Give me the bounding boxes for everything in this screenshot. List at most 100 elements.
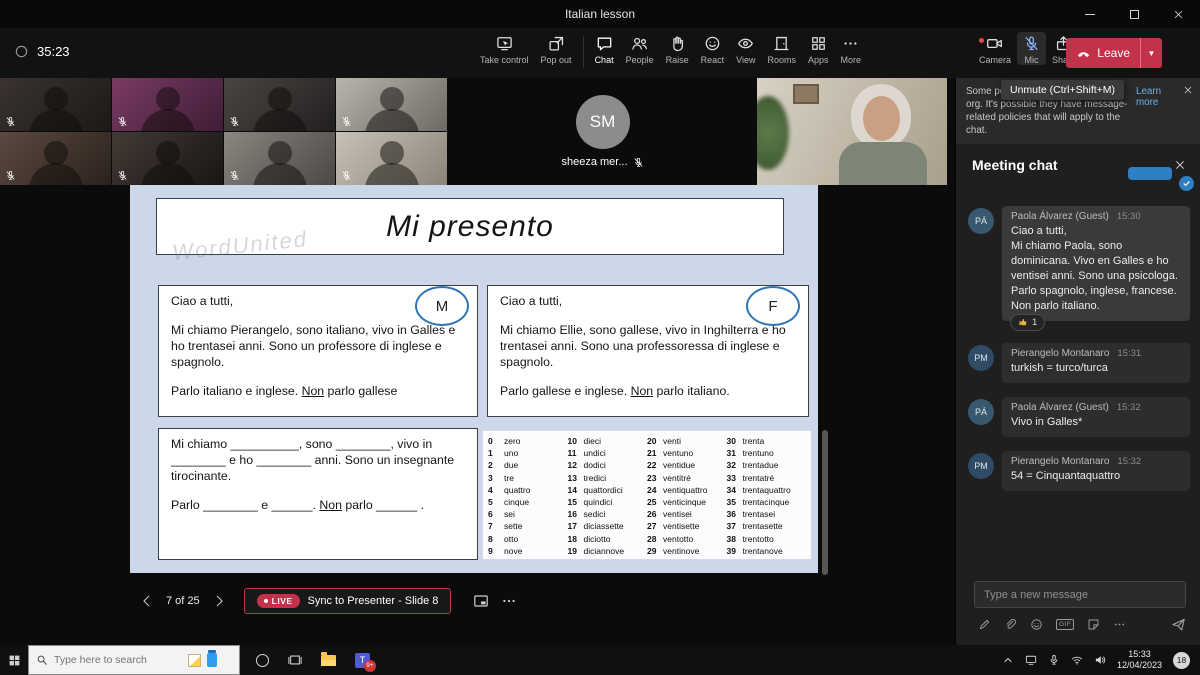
chat-message[interactable]: PM Pierangelo Montanaro 15:31 turkish = … bbox=[968, 342, 1190, 383]
apps-button[interactable]: Apps bbox=[802, 32, 835, 65]
picture-frame-decoration bbox=[793, 84, 819, 104]
read-receipt-icon bbox=[1179, 176, 1194, 191]
tray-wifi-icon[interactable] bbox=[1071, 654, 1083, 666]
compose-toolbar: GIF bbox=[978, 618, 1126, 631]
teams-app-icon[interactable]: T 9+ bbox=[355, 652, 376, 672]
number-entry: 6 sei bbox=[488, 509, 515, 520]
message-actions-indicator[interactable] bbox=[1128, 167, 1172, 180]
view-button[interactable]: View bbox=[730, 32, 761, 65]
participant-video-tile[interactable] bbox=[112, 132, 223, 185]
emoji-icon[interactable] bbox=[1030, 618, 1043, 631]
number-entry: 21 ventuno bbox=[647, 448, 694, 459]
chat-button[interactable]: Chat bbox=[589, 32, 620, 65]
attach-icon[interactable] bbox=[1004, 618, 1017, 631]
number-entry: 8 otto bbox=[488, 533, 519, 544]
people-icon bbox=[631, 35, 648, 52]
mic-button[interactable]: Mic bbox=[1016, 32, 1046, 65]
slide-paragraph: Mi chiamo __________, sono ________, viv… bbox=[171, 437, 455, 483]
number-entry: 27 ventisette bbox=[647, 521, 700, 532]
chat-message[interactable]: PÁ Paola Álvarez (Guest) 15:30 Ciao a tu… bbox=[968, 206, 1190, 331]
spotlight-participant[interactable]: SM sheeza mer... bbox=[455, 78, 750, 185]
slide-title: Mi presento bbox=[386, 209, 554, 243]
maximize-button[interactable] bbox=[1112, 0, 1156, 28]
teacher-video-tile[interactable] bbox=[757, 78, 947, 185]
record-indicator-icon bbox=[14, 44, 29, 59]
thumbs-up-reaction[interactable]: 1 bbox=[1010, 313, 1046, 331]
previous-slide-button[interactable] bbox=[140, 594, 154, 608]
number-entry: 34 trentaquattro bbox=[726, 484, 791, 495]
slide-scrollbar[interactable] bbox=[822, 430, 828, 575]
number-entry: 3 tre bbox=[488, 472, 514, 483]
participant-video-tile[interactable] bbox=[336, 132, 447, 185]
person-face bbox=[863, 96, 900, 141]
tray-volume-icon[interactable] bbox=[1094, 654, 1106, 666]
gender-badge-f: F bbox=[746, 286, 800, 326]
format-icon[interactable] bbox=[978, 618, 991, 631]
participant-video-tile[interactable] bbox=[336, 78, 447, 131]
notification-center-badge[interactable]: 18 bbox=[1173, 651, 1190, 669]
participant-video-tile[interactable] bbox=[224, 78, 335, 131]
taskbar-clock[interactable]: 15:33 12/04/2023 bbox=[1117, 649, 1162, 671]
participant-video-tile[interactable] bbox=[0, 132, 111, 185]
banner-close-icon[interactable] bbox=[1183, 85, 1193, 95]
participant-video-tile[interactable] bbox=[0, 78, 111, 131]
mic-off-icon bbox=[5, 116, 16, 127]
close-button[interactable] bbox=[1156, 0, 1200, 28]
search-input[interactable] bbox=[54, 654, 182, 666]
leave-button[interactable]: Leave bbox=[1066, 46, 1140, 61]
learn-more-link[interactable]: Learn more bbox=[1136, 86, 1168, 138]
sync-to-presenter-button[interactable]: LIVE Sync to Presenter - Slide 8 bbox=[243, 588, 452, 614]
rooms-button[interactable]: Rooms bbox=[762, 32, 803, 65]
mic-off-icon bbox=[117, 116, 128, 127]
number-entry: 31 trentuno bbox=[726, 448, 774, 459]
more-button[interactable]: More bbox=[835, 32, 868, 65]
message-text: 54 = Cinquantaquattro bbox=[1011, 469, 1121, 482]
pop-out-button[interactable]: Pop out bbox=[535, 32, 578, 65]
react-smiley-icon bbox=[704, 35, 721, 52]
pop-out-slide-icon[interactable] bbox=[473, 593, 489, 609]
search-highlight-notes-icon[interactable] bbox=[188, 653, 201, 667]
take-control-button[interactable]: Take control bbox=[474, 32, 535, 65]
taskbar-search[interactable] bbox=[28, 645, 240, 675]
chat-message[interactable]: PM Pierangelo Montanaro 15:32 54 = Cinqu… bbox=[968, 450, 1190, 491]
people-button[interactable]: People bbox=[620, 32, 660, 65]
leave-menu-caret[interactable]: ▼ bbox=[1140, 38, 1162, 68]
raise-hand-button[interactable]: Raise bbox=[660, 32, 695, 65]
gif-icon[interactable]: GIF bbox=[1056, 619, 1075, 630]
participant-video-tile[interactable] bbox=[224, 132, 335, 185]
number-entry: 4 quattro bbox=[488, 484, 531, 495]
next-slide-button[interactable] bbox=[212, 594, 226, 608]
slide-paragraph: Parlo ________ e ______. Non parlo _____… bbox=[171, 497, 424, 512]
chat-close-icon[interactable] bbox=[1174, 159, 1186, 171]
send-icon[interactable] bbox=[1171, 617, 1186, 632]
slide-more-options-button[interactable] bbox=[501, 593, 517, 609]
teams-notification-badge: 9+ bbox=[364, 659, 376, 672]
react-button[interactable]: React bbox=[695, 32, 731, 65]
sticker-icon[interactable] bbox=[1087, 618, 1100, 631]
number-entry: 7 sette bbox=[488, 521, 523, 532]
slide-title-box: Mi presento bbox=[156, 198, 784, 255]
message-input[interactable] bbox=[974, 581, 1186, 608]
participant-video-tile[interactable] bbox=[112, 78, 223, 131]
task-view-icon[interactable] bbox=[288, 653, 302, 667]
tray-mic-icon[interactable] bbox=[1048, 654, 1060, 666]
minimize-button[interactable] bbox=[1068, 0, 1112, 28]
compose-more-icon[interactable] bbox=[1113, 618, 1126, 631]
chat-message[interactable]: PÁ Paola Álvarez (Guest) 15:32 Vivo in G… bbox=[968, 396, 1190, 437]
titlebar: Italian lesson bbox=[0, 0, 1200, 28]
person-silhouette bbox=[28, 87, 83, 131]
file-explorer-icon[interactable] bbox=[321, 651, 336, 666]
tray-display-icon[interactable] bbox=[1025, 654, 1037, 666]
message-text: turkish = turco/turca bbox=[1011, 361, 1108, 374]
person-silhouette bbox=[252, 87, 307, 131]
start-button[interactable] bbox=[0, 645, 28, 675]
person-silhouette bbox=[364, 141, 419, 185]
tray-expand-caret-icon[interactable] bbox=[1002, 654, 1014, 666]
cortana-icon[interactable] bbox=[256, 653, 269, 667]
number-entry: 18 diciotto bbox=[567, 533, 611, 544]
take-control-icon bbox=[496, 35, 513, 52]
message-time: 15:30 bbox=[1116, 211, 1141, 222]
avatar: SM bbox=[575, 95, 630, 149]
camera-button[interactable]: Camera bbox=[973, 32, 1017, 65]
search-highlight-app-icon[interactable] bbox=[207, 650, 217, 667]
